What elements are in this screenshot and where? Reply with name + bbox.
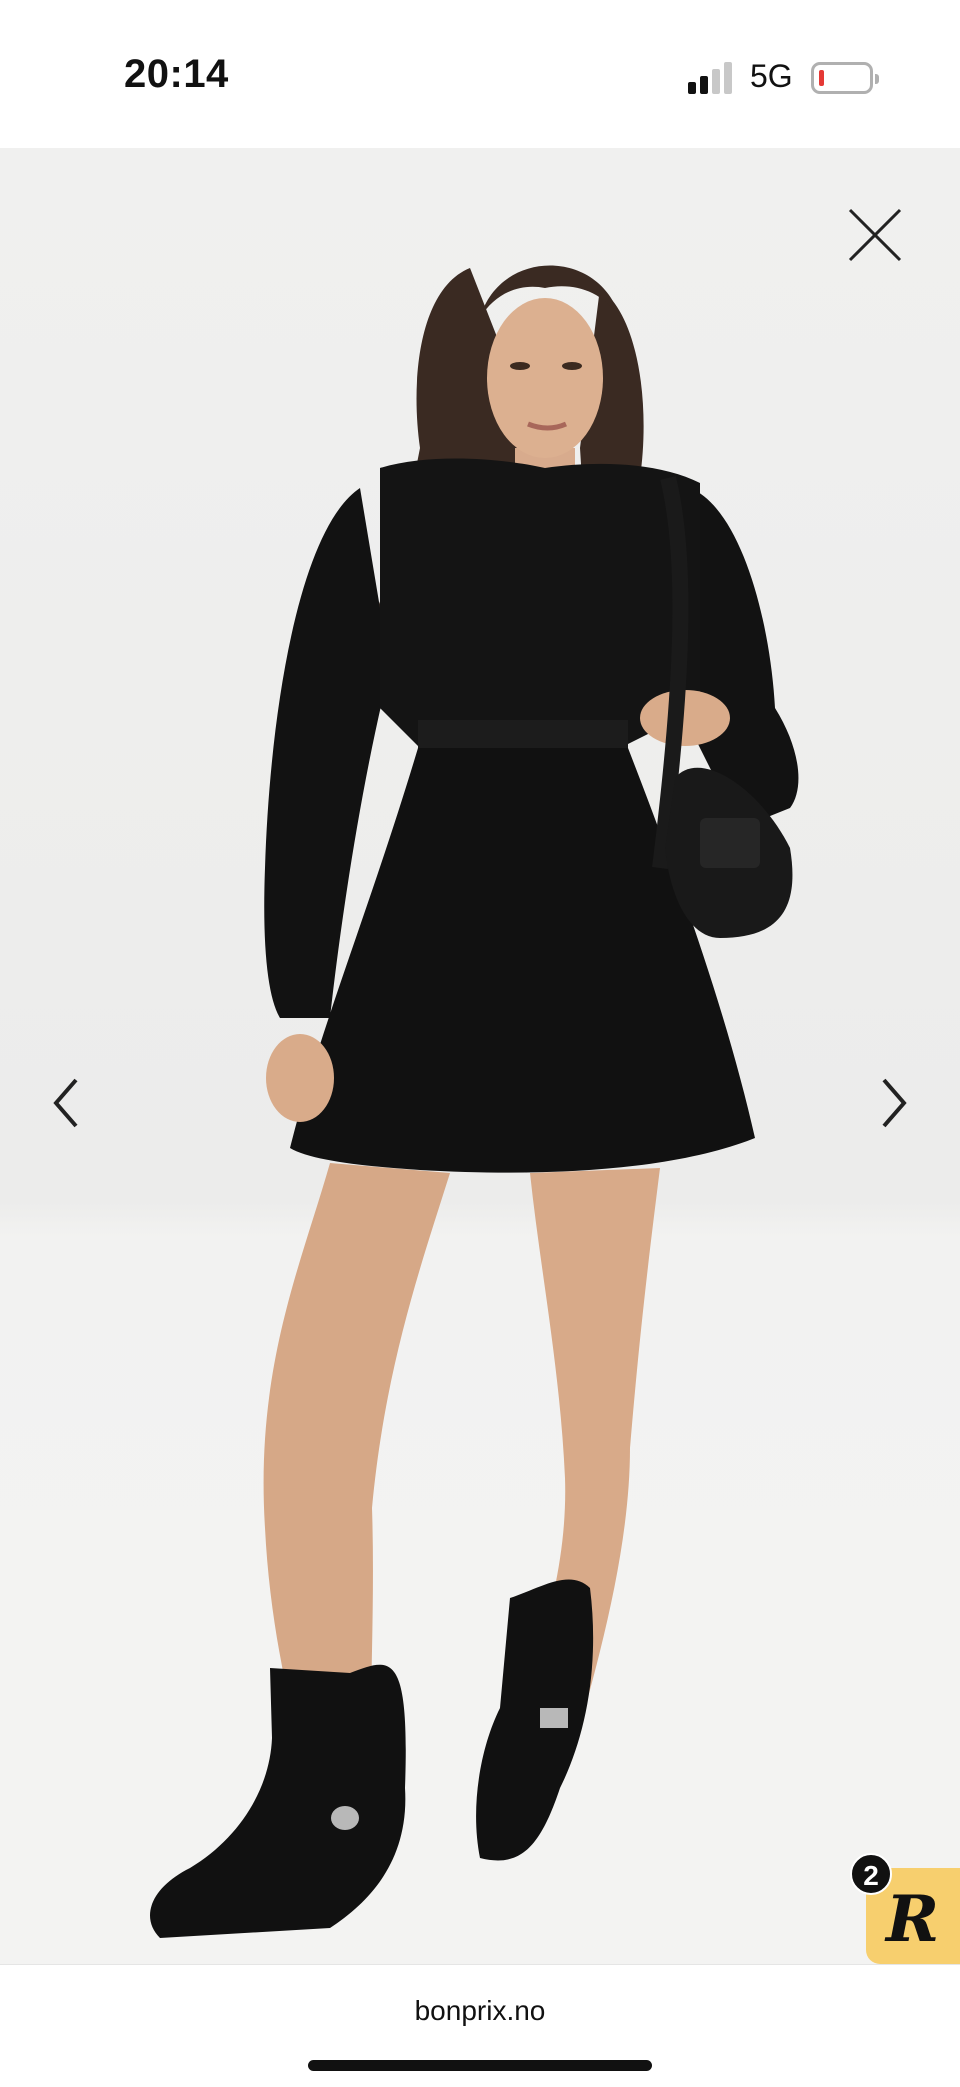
close-icon[interactable] xyxy=(840,200,910,270)
product-photo xyxy=(0,265,960,1964)
status-time: 20:14 xyxy=(124,52,229,96)
assistant-logo-letter: R xyxy=(886,1882,940,1957)
status-bar: 20:14 5G xyxy=(0,0,960,148)
home-indicator[interactable] xyxy=(308,2060,652,2071)
chevron-left-icon[interactable] xyxy=(38,1058,98,1148)
network-type: 5G xyxy=(750,58,793,94)
battery-level xyxy=(819,70,824,86)
notification-count-badge: 2 xyxy=(850,1853,892,1895)
cellular-signal-icon xyxy=(688,62,736,94)
browser-bottom-bar: bonprix.no xyxy=(0,1964,960,2087)
chevron-right-icon[interactable] xyxy=(862,1058,922,1148)
battery-icon xyxy=(811,62,879,94)
url-label[interactable]: bonprix.no xyxy=(0,1995,960,2027)
product-image-viewer[interactable] xyxy=(0,148,960,1964)
